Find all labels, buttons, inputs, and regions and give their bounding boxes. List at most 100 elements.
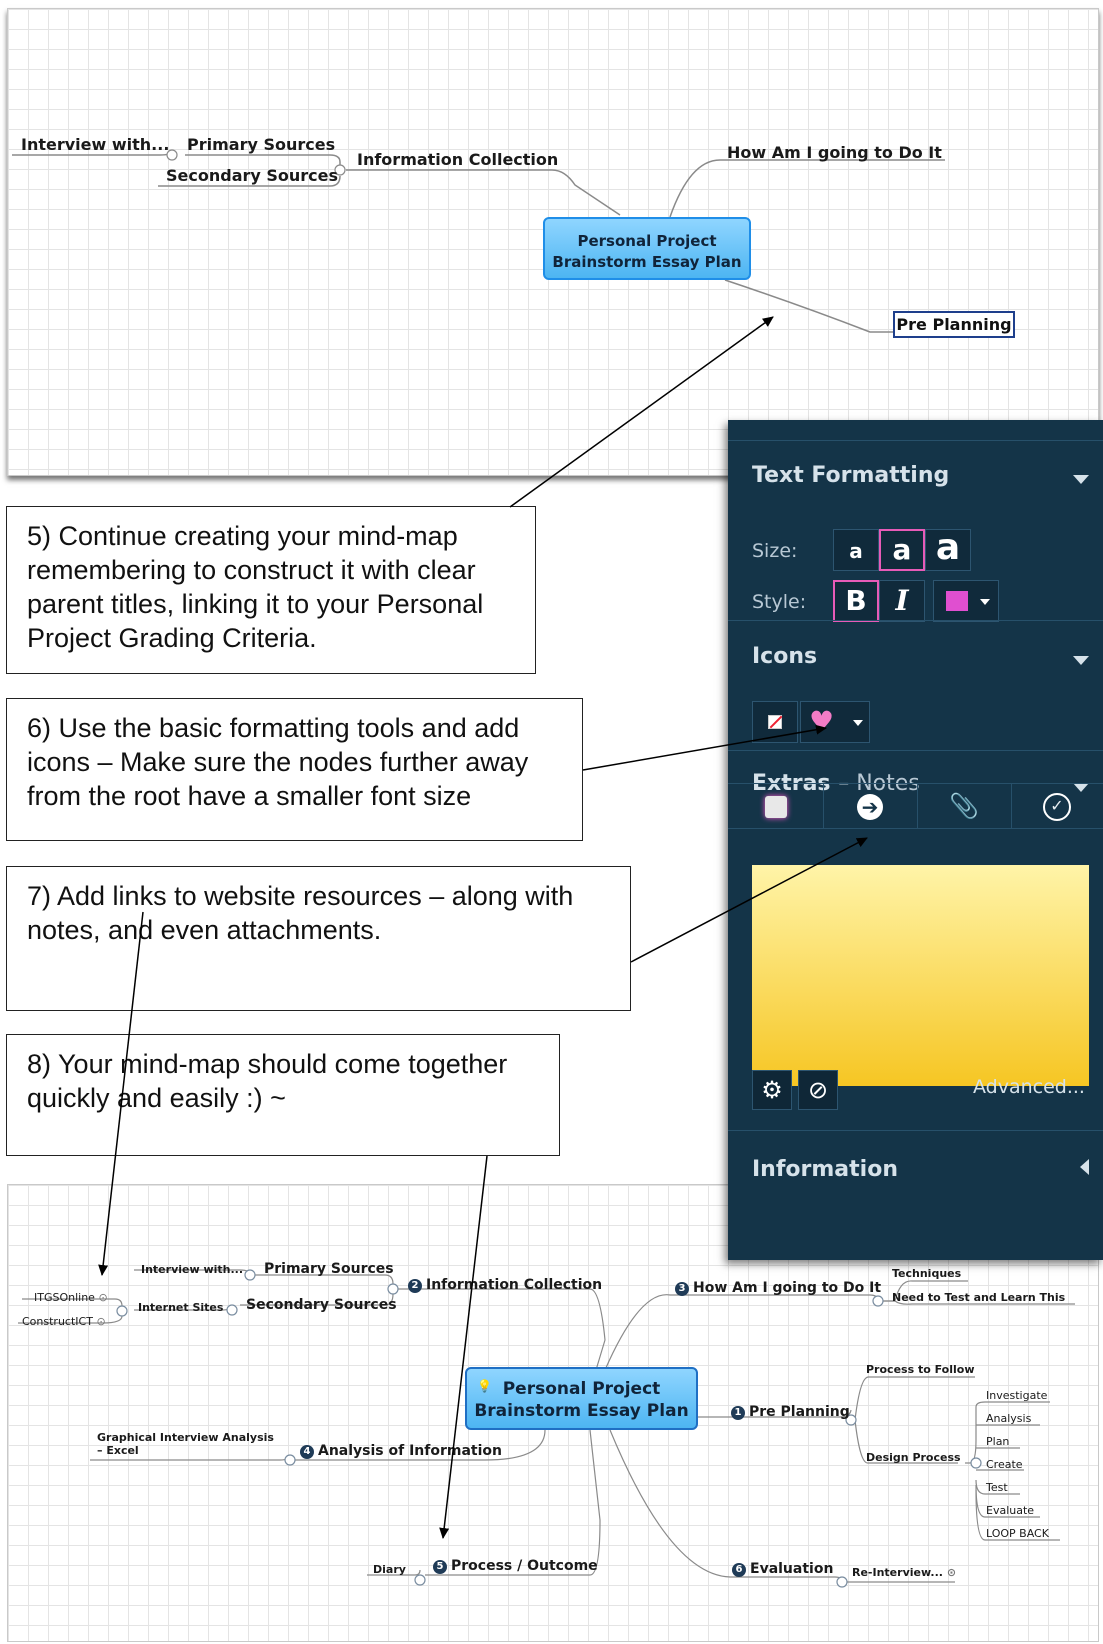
- tab-attachments[interactable]: 📎: [917, 784, 1012, 828]
- link-icon[interactable]: ⊙: [947, 1566, 956, 1579]
- node-label: Re-Interview...: [852, 1566, 943, 1579]
- text-color-button[interactable]: [933, 580, 999, 622]
- node-evaluate[interactable]: Evaluate: [986, 1505, 1034, 1516]
- extras-tabs: ➔ 📎 ✓: [728, 783, 1103, 829]
- style-label: Style:: [752, 591, 807, 613]
- text-formatting-section: Text Formatting Size: a a a Style: B I: [728, 440, 1103, 622]
- text-formatting-header[interactable]: Text Formatting: [752, 463, 949, 488]
- size-small-button[interactable]: a: [833, 529, 879, 571]
- tab-tasks[interactable]: ✓: [1011, 784, 1103, 828]
- information-header[interactable]: Information: [752, 1157, 898, 1182]
- tab-links[interactable]: ➔: [823, 784, 918, 828]
- node-reinterview[interactable]: Re-Interview... ⊙: [852, 1567, 956, 1578]
- number-badge: 5: [433, 1560, 447, 1574]
- collapse-triangle-icon[interactable]: [1073, 475, 1089, 484]
- node-label: Pre Planning: [749, 1404, 850, 1420]
- node-how-am-i[interactable]: 3 How Am I going to Do It: [675, 1281, 881, 1296]
- node-how-am-i[interactable]: How Am I going to Do It: [727, 145, 942, 161]
- node-process-outcome[interactable]: 5 Process / Outcome: [433, 1559, 598, 1574]
- node-label: Analysis of Information: [318, 1443, 502, 1459]
- node-analysis-of-information[interactable]: 4 Analysis of Information: [300, 1444, 502, 1459]
- number-badge: 2: [408, 1279, 422, 1293]
- no-icon-button[interactable]: [752, 701, 798, 743]
- node-techniques[interactable]: Techniques: [892, 1268, 961, 1279]
- callout-step-7: 7) Add links to website resources – alon…: [6, 866, 631, 1011]
- link-icon[interactable]: ⊙: [98, 1291, 107, 1304]
- node-graphical-interview[interactable]: Graphical Interview Analysis – Excel: [97, 1432, 274, 1456]
- checkmark-icon: ✓: [1043, 793, 1071, 821]
- chevron-down-icon: [980, 599, 990, 605]
- heart-icon: ♥: [809, 705, 835, 738]
- node-label: Process / Outcome: [451, 1558, 598, 1574]
- root-line-1: Personal Project: [502, 1379, 661, 1399]
- node-itgsonline-label: ITGSOnline: [34, 1291, 95, 1304]
- lightbulb-icon: 💡: [477, 1379, 492, 1393]
- information-section: Information: [728, 1130, 1103, 1261]
- node-investigate[interactable]: Investigate: [986, 1390, 1047, 1401]
- node-interview-with[interactable]: Interview with...: [141, 1264, 243, 1275]
- node-itgsonline[interactable]: ITGSOnline ⊙: [34, 1292, 108, 1303]
- chevron-down-icon: [853, 720, 863, 726]
- node-need-to-test[interactable]: Need to Test and Learn This: [892, 1292, 1065, 1303]
- no-entry-icon: ⊘: [807, 1076, 829, 1104]
- notes-textarea[interactable]: [752, 865, 1089, 1086]
- root-node-bottom[interactable]: 💡 Personal Project Brainstorm Essay Plan: [465, 1367, 698, 1430]
- number-badge: 4: [300, 1445, 314, 1459]
- node-plan[interactable]: Plan: [986, 1436, 1009, 1447]
- advanced-button[interactable]: Advanced...: [973, 1076, 1085, 1098]
- node-secondary-sources[interactable]: Secondary Sources: [246, 1298, 397, 1312]
- node-label: Information Collection: [426, 1277, 603, 1293]
- node-internet-sites[interactable]: Internet Sites: [138, 1302, 223, 1313]
- root-node[interactable]: Personal Project Brainstorm Essay Plan: [543, 217, 751, 280]
- number-badge: 1: [731, 1406, 745, 1420]
- formatting-panel: Text Formatting Size: a a a Style: B I I…: [728, 420, 1103, 1260]
- node-design-process[interactable]: Design Process: [866, 1452, 961, 1463]
- node-evaluation[interactable]: 6 Evaluation: [732, 1562, 833, 1577]
- node-label: Graphical Interview Analysis: [97, 1431, 274, 1444]
- node-label: How Am I going to Do It: [693, 1280, 882, 1296]
- no-icon-icon: [768, 715, 783, 729]
- node-label-2: – Excel: [97, 1444, 139, 1457]
- expand-triangle-icon[interactable]: [1080, 1159, 1089, 1175]
- node-diary[interactable]: Diary: [373, 1564, 406, 1575]
- node-loop-back[interactable]: LOOP BACK: [986, 1528, 1049, 1539]
- node-primary-sources[interactable]: Primary Sources: [187, 137, 335, 153]
- node-interview[interactable]: Interview with...: [21, 137, 169, 153]
- node-pre-planning-selected[interactable]: Pre Planning: [893, 311, 1015, 338]
- size-large-button[interactable]: a: [925, 529, 971, 571]
- size-medium-button[interactable]: a: [879, 529, 925, 571]
- node-primary-sources[interactable]: Primary Sources: [264, 1262, 394, 1276]
- root-line-2: Brainstorm Essay Plan: [474, 1401, 689, 1421]
- node-information-collection[interactable]: Information Collection: [357, 152, 558, 168]
- number-badge: 6: [732, 1563, 746, 1577]
- clear-button[interactable]: ⊘: [798, 1070, 838, 1110]
- tab-notes[interactable]: [728, 784, 824, 828]
- node-label: Evaluation: [750, 1561, 834, 1577]
- icons-section: Icons ♥: [728, 620, 1103, 746]
- icons-header[interactable]: Icons: [752, 644, 817, 669]
- callout-step-6: 6) Use the basic formatting tools and ad…: [6, 698, 583, 841]
- link-arrow-icon: ➔: [857, 794, 883, 820]
- gear-icon: ⚙: [761, 1076, 783, 1104]
- collapse-triangle-icon[interactable]: [1073, 656, 1089, 665]
- number-badge: 3: [675, 1282, 689, 1296]
- bold-button[interactable]: B: [833, 580, 879, 622]
- link-icon[interactable]: ⊙: [96, 1315, 105, 1328]
- color-swatch: [946, 591, 968, 611]
- root-line-1: Personal Project: [577, 232, 717, 250]
- callout-step-8: 8) Your mind-map should come together qu…: [6, 1034, 560, 1156]
- node-analysis[interactable]: Analysis: [986, 1413, 1031, 1424]
- italic-button[interactable]: I: [879, 580, 925, 622]
- node-constructict-label: ConstructICT: [22, 1315, 93, 1328]
- node-process-to-follow[interactable]: Process to Follow: [866, 1364, 974, 1375]
- size-label: Size:: [752, 540, 798, 562]
- node-information-collection[interactable]: 2 Information Collection: [408, 1278, 602, 1293]
- node-secondary-sources[interactable]: Secondary Sources: [166, 168, 338, 184]
- node-create[interactable]: Create: [986, 1459, 1023, 1470]
- node-constructict[interactable]: ConstructICT ⊙: [22, 1316, 106, 1327]
- icon-picker-button[interactable]: ♥: [800, 701, 870, 743]
- paperclip-icon: 📎: [949, 792, 979, 820]
- node-test[interactable]: Test: [986, 1482, 1008, 1493]
- node-pre-planning[interactable]: 1 Pre Planning: [731, 1405, 850, 1420]
- settings-button[interactable]: ⚙: [752, 1070, 792, 1110]
